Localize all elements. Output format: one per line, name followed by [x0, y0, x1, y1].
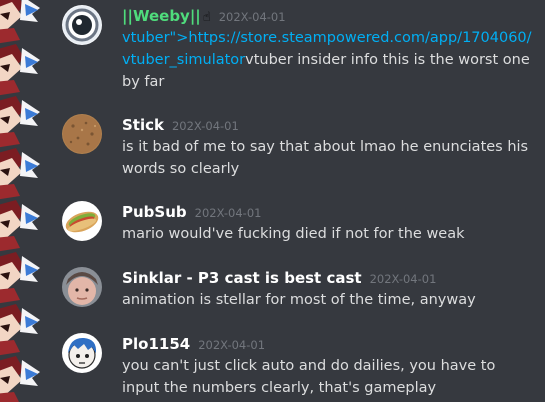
- author-name[interactable]: Sinklar - P3 cast is best cast: [122, 269, 362, 287]
- message-content: vtuber">https://store.steampowered.com/a…: [122, 27, 536, 93]
- author-name[interactable]: PubSub: [122, 203, 187, 221]
- timestamp: 202X-04-01: [369, 272, 437, 286]
- author-name[interactable]: Plo1154: [122, 335, 190, 353]
- avatar[interactable]: [62, 267, 102, 307]
- message-content: you can't just click auto and do dailies…: [122, 358, 496, 396]
- timestamp: 202X-04-01: [194, 206, 262, 220]
- avatar[interactable]: [62, 114, 102, 154]
- hand-pointing-up-icon: ☝: [202, 10, 211, 25]
- message-content: mario would've fucking died if not for t…: [122, 226, 465, 242]
- message-prefix[interactable]: vtuber">: [122, 30, 188, 46]
- timestamp: 202X-04-01: [171, 119, 239, 133]
- message-content: is it bad of me to say that about lmao h…: [122, 139, 529, 177]
- avatar[interactable]: [62, 5, 102, 45]
- avatar[interactable]: [62, 333, 102, 373]
- timestamp: 202X-04-01: [198, 338, 266, 352]
- author-name[interactable]: ||Weeby||: [122, 7, 201, 25]
- message-content: animation is stellar for most of the tim…: [122, 292, 476, 308]
- author-name[interactable]: Stick: [122, 116, 164, 134]
- timestamp: 202X-04-01: [218, 10, 286, 24]
- message-list: ||Weeby|| ☝ 202X-04-01 vtuber">https://sto…: [0, 0, 545, 402]
- avatar[interactable]: [62, 201, 102, 241]
- chat-view: ||Weeby|| ☝ 202X-04-01 vtuber">https://sto…: [0, 0, 545, 402]
